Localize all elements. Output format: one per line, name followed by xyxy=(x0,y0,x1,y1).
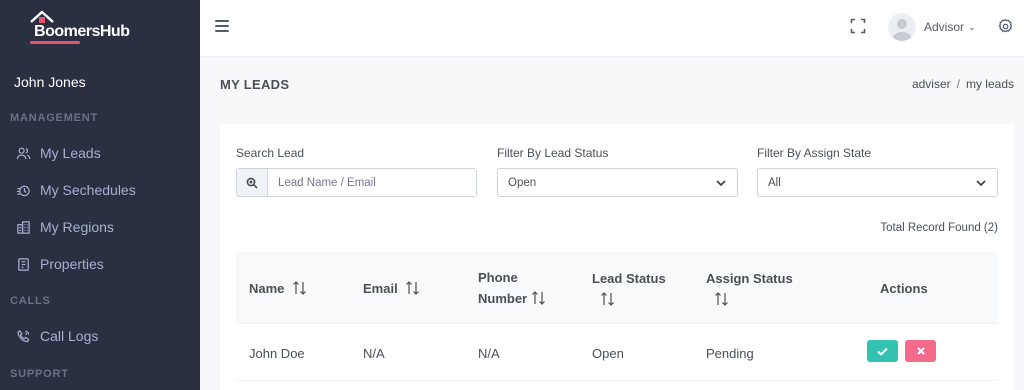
sidebar-item-my-regions[interactable]: My Regions xyxy=(14,216,114,238)
gear-icon[interactable] xyxy=(997,18,1014,35)
breadcrumb-separator: / xyxy=(956,77,960,91)
lead-status-select[interactable]: Open xyxy=(497,168,738,197)
reject-lead-button[interactable] xyxy=(905,340,936,362)
sidebar-item-label: Properties xyxy=(40,256,104,272)
brand-logo[interactable]: BoomersHub xyxy=(28,8,138,46)
sidebar-item-label: My Sechedules xyxy=(40,182,136,198)
buildings-icon xyxy=(14,218,32,236)
topbar: Advisor ⌄ xyxy=(200,0,1024,56)
cell-name: John Doe xyxy=(249,346,305,361)
close-icon xyxy=(916,347,925,355)
cell-email: N/A xyxy=(363,346,385,361)
table-row: John Doe N/A N/A Open Pending xyxy=(236,323,998,381)
column-header-phone[interactable]: Phone Number xyxy=(478,267,546,309)
lead-status-filter-label: Filter By Lead Status xyxy=(497,146,609,160)
search-box xyxy=(236,168,477,197)
cell-phone: N/A xyxy=(478,346,500,361)
user-menu-label: Advisor xyxy=(924,20,965,34)
sort-icon[interactable] xyxy=(405,278,420,299)
assign-state-select[interactable]: All xyxy=(757,168,998,197)
logo-underline xyxy=(30,41,80,44)
cell-lead-status: Open xyxy=(592,346,624,361)
sidebar-item-my-leads[interactable]: My Leads xyxy=(14,142,101,164)
search-lead-label: Search Lead xyxy=(236,146,305,160)
property-icon xyxy=(14,255,32,273)
sidebar-item-properties[interactable]: Properties xyxy=(14,253,104,275)
sidebar-item-label: My Regions xyxy=(40,219,114,235)
sort-icon[interactable] xyxy=(292,278,307,299)
chevron-down-icon xyxy=(976,180,986,187)
page-title: MY LEADS xyxy=(220,77,290,92)
user-menu-dropdown[interactable]: Advisor ⌄ xyxy=(924,20,976,34)
column-header-name[interactable]: Name xyxy=(249,278,307,299)
sidebar-item-label: My Leads xyxy=(40,145,101,161)
sidebar-user-name: John Jones xyxy=(14,74,86,90)
avatar[interactable] xyxy=(888,13,916,41)
sort-icon[interactable] xyxy=(531,288,546,309)
column-header-assign-status[interactable]: Assign Status xyxy=(706,268,793,310)
accept-lead-button[interactable] xyxy=(867,340,898,362)
sidebar: BoomersHub John Jones MANAGEMENT My Lead… xyxy=(0,0,200,390)
total-records-count: Total Record Found (2) xyxy=(880,222,998,234)
leads-card: Search Lead Filter By Lead Status Open F… xyxy=(220,124,1014,390)
assign-state-select-value: All xyxy=(768,176,781,189)
breadcrumb-item-adviser[interactable]: adviser xyxy=(912,77,951,91)
breadcrumb: adviser / my leads xyxy=(912,77,1014,91)
chevron-down-icon: ⌄ xyxy=(968,21,976,32)
assign-state-filter-label: Filter By Assign State xyxy=(757,146,872,160)
lead-status-select-value: Open xyxy=(508,176,537,189)
column-header-actions: Actions xyxy=(880,281,928,296)
menu-title-support: SUPPORT xyxy=(10,368,69,380)
sort-icon[interactable] xyxy=(600,289,615,310)
check-icon xyxy=(877,347,888,356)
column-header-lead-status[interactable]: Lead Status xyxy=(592,268,666,310)
users-icon xyxy=(14,144,32,162)
menu-title-management: MANAGEMENT xyxy=(10,112,99,124)
fullscreen-icon[interactable] xyxy=(850,18,866,34)
sidebar-item-my-schedules[interactable]: My Sechedules xyxy=(14,179,136,201)
sort-icon[interactable] xyxy=(714,289,729,310)
schedule-icon xyxy=(14,181,32,199)
sidebar-item-label: Call Logs xyxy=(40,328,99,344)
chevron-down-icon xyxy=(716,180,726,187)
breadcrumb-item-current: my leads xyxy=(965,77,1014,91)
sidebar-item-call-logs[interactable]: Call Logs xyxy=(14,325,98,347)
column-header-email[interactable]: Email xyxy=(363,278,420,299)
phone-icon xyxy=(14,327,32,345)
cell-assign-status: Pending xyxy=(706,346,754,361)
menu-title-calls: CALLS xyxy=(10,295,51,307)
menu-toggle-icon[interactable] xyxy=(215,20,229,34)
logo-text: BoomersHub xyxy=(34,23,130,40)
search-input[interactable] xyxy=(268,169,476,196)
table-header: Name Email Phone Number Lead Status Assi… xyxy=(236,252,998,323)
search-icon xyxy=(237,169,268,196)
